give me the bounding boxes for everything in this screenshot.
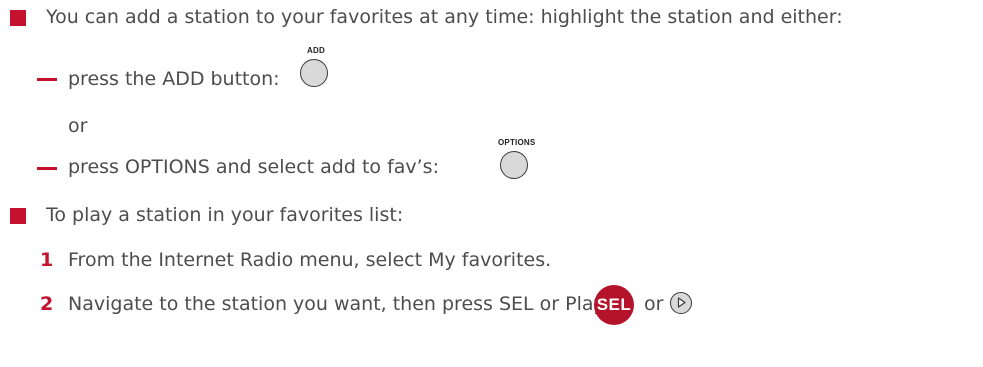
favorites-add-intro: You can add a station to your favorites … [46,6,843,28]
option-options-text: press OPTIONS and select add to fav’s: [68,156,439,178]
or-label: or [68,115,88,137]
bullet-square [10,10,26,26]
play-favorites-intro: To play a station in your favorites list… [46,204,404,226]
add-button-icon [300,59,328,87]
dash-marker [37,78,57,81]
dash-marker [37,167,57,170]
options-button-caption: OPTIONS [498,138,536,147]
bullet-square [10,208,26,224]
step-text: From the Internet Radio menu, select My … [68,249,552,271]
step-number: 1 [40,249,54,271]
options-button-icon [500,151,528,179]
play-triangle-icon [677,297,686,308]
or-label: or [644,293,664,315]
play-button-icon [670,292,692,314]
sel-button-icon: SEL [594,285,634,325]
option-add-text: press the ADD button: [68,68,280,90]
step-text: Navigate to the station you want, then p… [68,293,610,315]
step-number: 2 [40,293,54,315]
add-button-caption: ADD [307,46,325,55]
